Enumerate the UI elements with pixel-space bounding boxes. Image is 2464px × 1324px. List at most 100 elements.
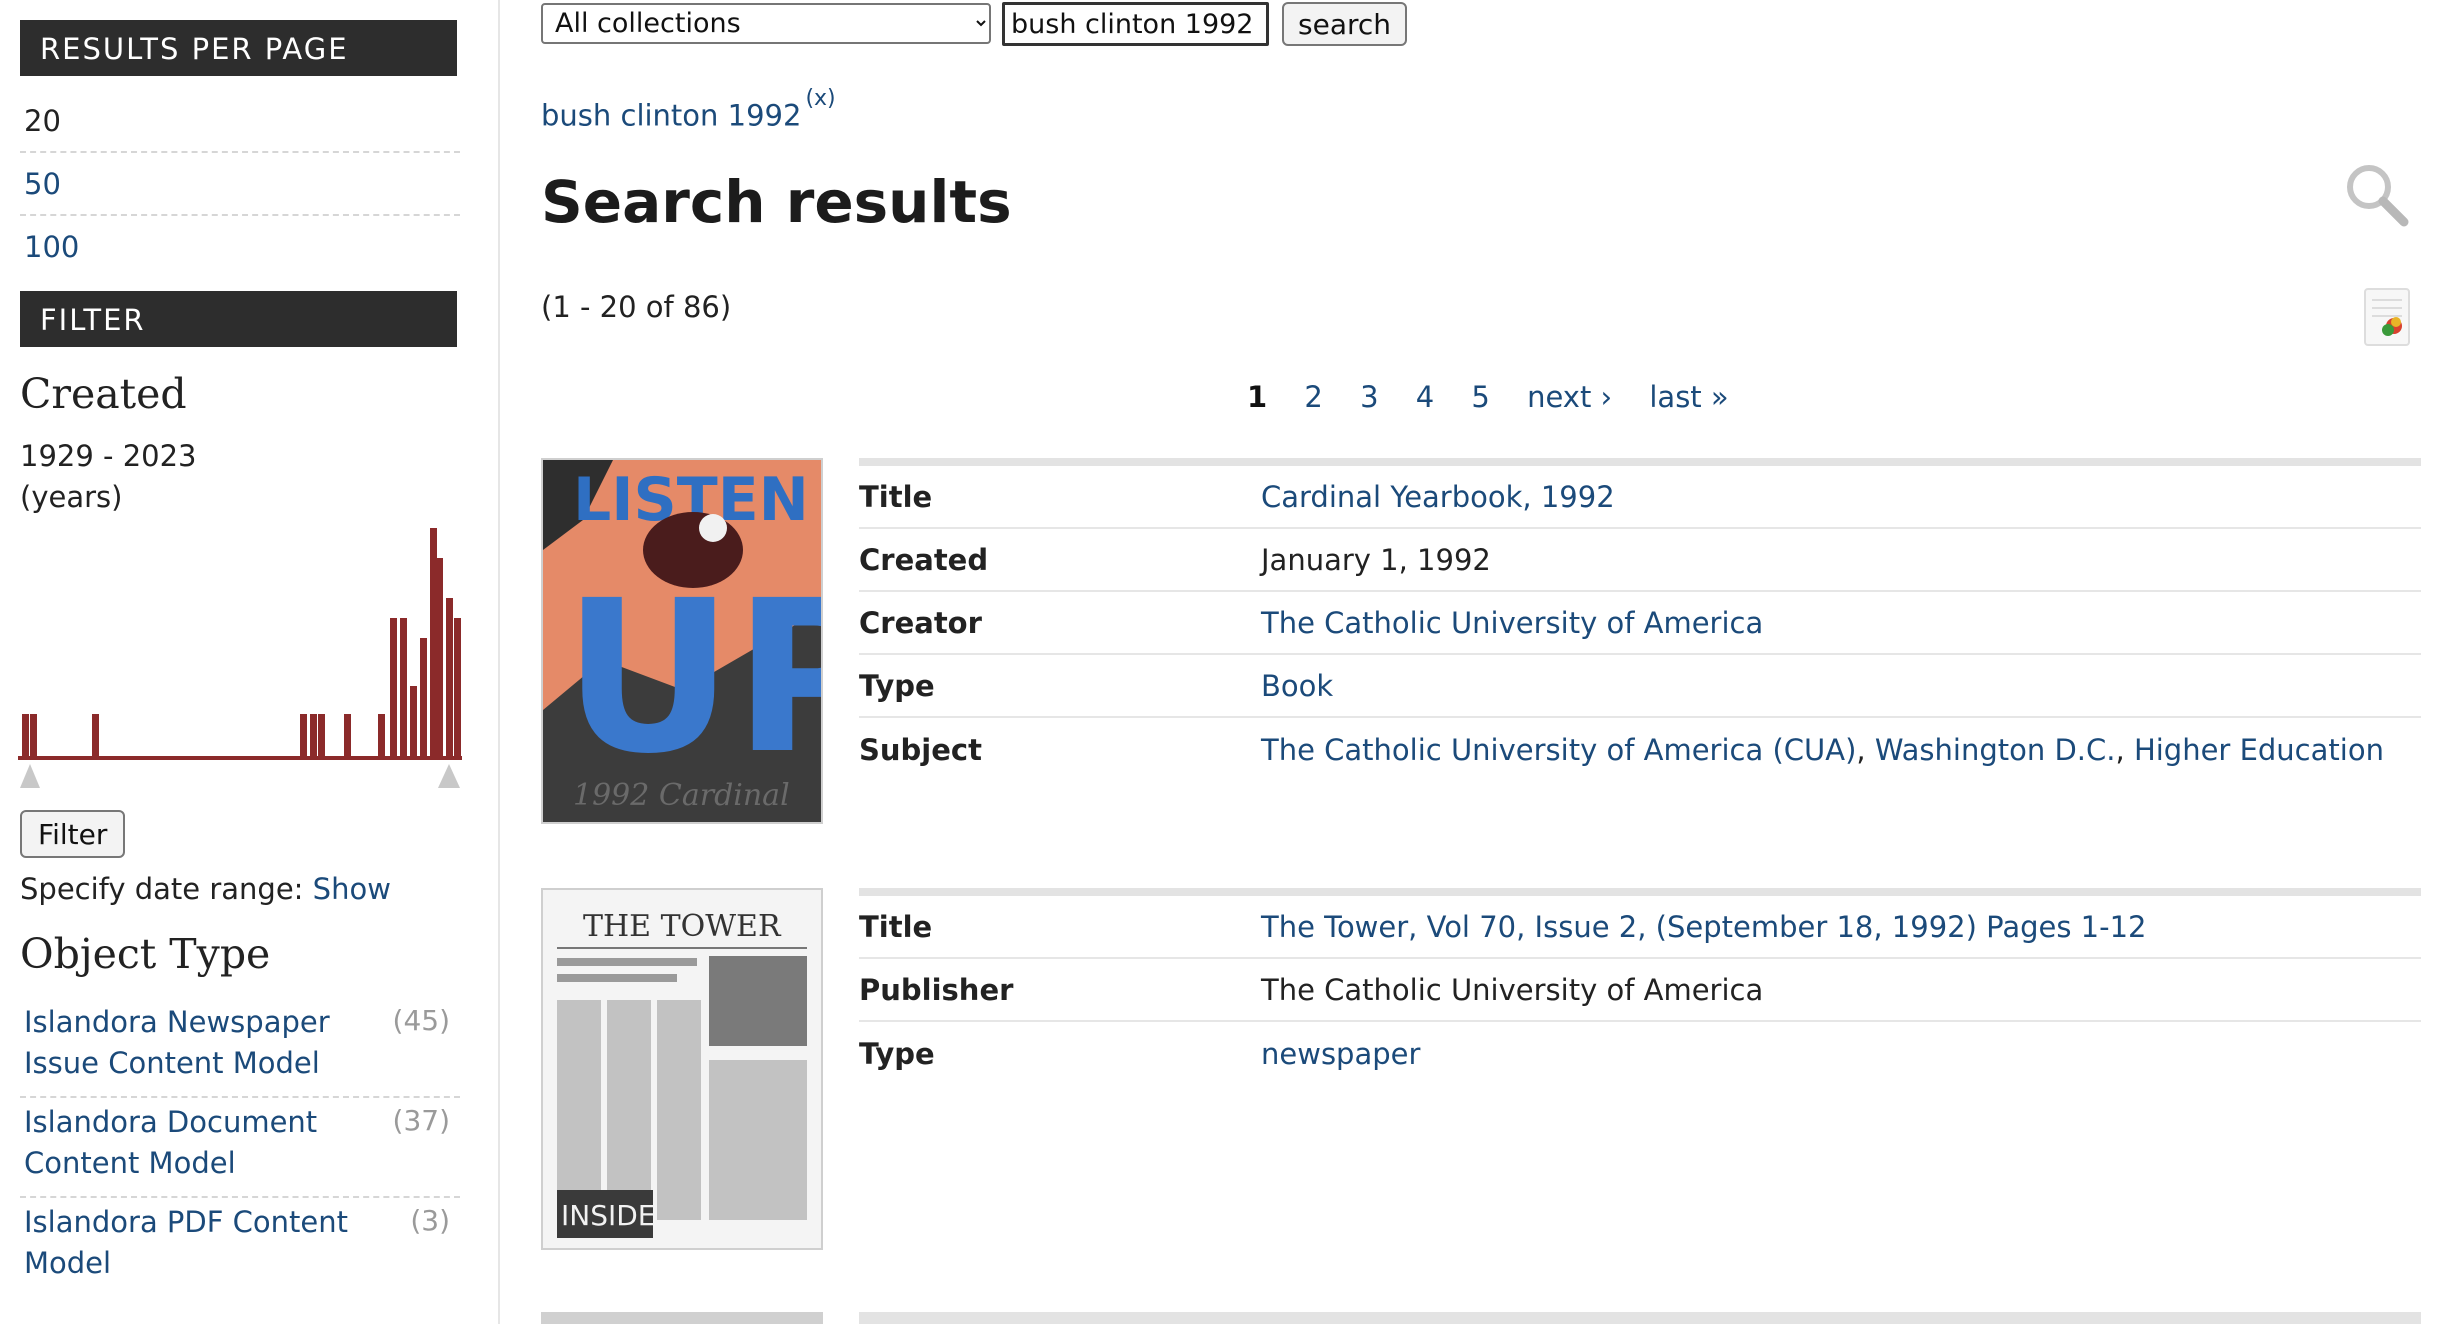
histogram-bar <box>390 618 397 758</box>
pager: 1 2 3 4 5 next › last » <box>1247 380 1757 414</box>
search-button[interactable]: search <box>1282 2 1408 46</box>
histogram-bar <box>446 598 453 758</box>
histogram-bars <box>22 528 461 758</box>
histogram-bar <box>318 714 325 758</box>
histogram-bar <box>300 714 307 758</box>
creator-link[interactable]: The Catholic University of America <box>1261 606 1763 640</box>
object-type-facet-heading: Object Type <box>20 930 271 978</box>
thumb-bottom-text: INSIDE <box>561 1199 656 1232</box>
search-magnifier-icon[interactable] <box>2342 160 2412 230</box>
object-type-label[interactable]: Islandora PDF Content Model <box>24 1202 354 1284</box>
result-thumbnail[interactable]: LISTEN UP 1992 Cardinal <box>541 458 887 824</box>
subject-link[interactable]: The Catholic University of America (CUA) <box>1261 733 1856 767</box>
date-range-row: Specify date range: Show <box>20 872 391 906</box>
field-label: Creator <box>859 605 982 640</box>
collection-select[interactable]: All collections <box>541 3 991 44</box>
object-type-item[interactable]: Islandora Newspaper Issue Content Model … <box>20 998 460 1098</box>
filter-header: FILTER <box>20 291 457 347</box>
field-label: Type <box>859 1036 935 1071</box>
object-type-label[interactable]: Islandora Document Content Model <box>24 1102 354 1184</box>
result-count: (1 - 20 of 86) <box>541 290 732 324</box>
object-type-count: (45) <box>392 1004 450 1037</box>
histogram-bar <box>436 558 443 758</box>
pager-current-page: 1 <box>1247 380 1268 414</box>
histogram-bar <box>400 618 407 758</box>
result-title-link[interactable]: Cardinal Yearbook, 1992 <box>1261 480 1615 514</box>
pager-page-link[interactable]: 3 <box>1360 380 1378 414</box>
pager-last-link[interactable]: last » <box>1649 380 1728 414</box>
search-input[interactable] <box>1002 2 1269 46</box>
range-handle-right-icon[interactable] <box>438 764 460 788</box>
field-row-type: Type Book <box>859 655 2421 718</box>
histogram-bar <box>310 714 317 758</box>
main-content: All collections search bush clinton 1992… <box>500 0 2464 1324</box>
page-title: Search results <box>541 168 1012 236</box>
created-facet-heading: Created <box>20 370 187 418</box>
thumb-big-text: UP <box>563 555 821 800</box>
field-label: Subject <box>859 732 982 767</box>
rpp-option-20: 20 <box>20 90 460 153</box>
object-type-label[interactable]: Islandora Newspaper Issue Content Model <box>24 1002 354 1084</box>
results-per-page-list: 20 50 100 <box>20 90 460 279</box>
object-type-list: Islandora Newspaper Issue Content Model … <box>20 998 460 1298</box>
histogram-bar <box>30 714 37 758</box>
rpp-option-50[interactable]: 50 <box>20 153 460 216</box>
next-result-divider <box>859 1312 2421 1324</box>
object-type-count: (3) <box>410 1204 450 1237</box>
histogram-bar <box>22 714 29 758</box>
field-label: Type <box>859 668 935 703</box>
date-range-show-link[interactable]: Show <box>313 872 391 906</box>
field-row-subject: Subject The Catholic University of Ameri… <box>859 718 2421 781</box>
next-result-thumbnail <box>541 1312 823 1324</box>
range-handle-left-icon[interactable] <box>20 764 40 788</box>
histogram-bar <box>92 714 99 758</box>
result-title-link[interactable]: The Tower, Vol 70, Issue 2, (September 1… <box>1261 910 2147 944</box>
histogram-bar <box>378 714 385 758</box>
field-row-type: Type newspaper <box>859 1022 2421 1085</box>
type-link[interactable]: Book <box>1261 669 1333 703</box>
active-query-text[interactable]: bush clinton 1992 <box>541 99 801 133</box>
thumb-bottom-text: 1992 Cardinal <box>573 778 790 813</box>
active-query: bush clinton 1992(x) <box>541 86 836 133</box>
subject-link[interactable]: Higher Education <box>2134 733 2384 767</box>
field-row-title: Title Cardinal Yearbook, 1992 <box>859 466 2421 529</box>
remove-query-link[interactable]: (x) <box>805 86 835 111</box>
field-label: Title <box>859 479 933 514</box>
pager-page-link[interactable]: 4 <box>1416 380 1434 414</box>
histogram-bar <box>410 686 417 758</box>
type-link[interactable]: newspaper <box>1261 1037 1420 1071</box>
field-value: January 1, 1992 <box>1261 542 1491 577</box>
field-row-publisher: Publisher The Catholic University of Ame… <box>859 959 2421 1022</box>
histogram-bar <box>430 528 437 758</box>
histogram-bar <box>454 618 461 758</box>
field-label: Publisher <box>859 972 1014 1007</box>
result-thumbnail[interactable]: THE TOWER INSIDE <box>541 888 823 1250</box>
field-label: Created <box>859 542 989 577</box>
result-fields: Title The Tower, Vol 70, Issue 2, (Septe… <box>859 888 2421 1085</box>
object-type-item[interactable]: Islandora Document Content Model (37) <box>20 1098 460 1198</box>
sidebar: RESULTS PER PAGE 20 50 100 FILTER Create… <box>0 0 500 1324</box>
filter-button[interactable]: Filter <box>20 810 126 858</box>
histogram-bar <box>420 638 427 758</box>
date-histogram[interactable] <box>18 510 462 790</box>
histogram-bar <box>344 714 351 758</box>
subject-link[interactable]: Washington D.C. <box>1875 733 2116 767</box>
rpp-option-100[interactable]: 100 <box>20 216 460 279</box>
subject-values: The Catholic University of America (CUA)… <box>1261 732 2384 767</box>
field-value: The Catholic University of America <box>1261 972 1764 1007</box>
results-per-page-header: RESULTS PER PAGE <box>20 20 457 76</box>
pager-page-link[interactable]: 5 <box>1471 380 1489 414</box>
date-range-label: Specify date range: <box>20 872 304 906</box>
object-type-item[interactable]: Islandora PDF Content Model (3) <box>20 1198 460 1298</box>
rss-feed-icon[interactable] <box>2364 288 2410 346</box>
field-row-creator: Creator The Catholic University of Ameri… <box>859 592 2421 655</box>
pager-page-link[interactable]: 2 <box>1304 380 1322 414</box>
pager-next-link[interactable]: next › <box>1527 380 1612 414</box>
created-range: 1929 - 2023 (years) <box>20 436 197 518</box>
thumb-title-text: THE TOWER <box>583 909 782 944</box>
created-range-years: 1929 - 2023 <box>20 439 197 473</box>
field-row-created: Created January 1, 1992 <box>859 529 2421 592</box>
field-label: Title <box>859 909 933 944</box>
object-type-count: (37) <box>392 1104 450 1137</box>
result-fields: Title Cardinal Yearbook, 1992 Created Ja… <box>859 458 2421 781</box>
